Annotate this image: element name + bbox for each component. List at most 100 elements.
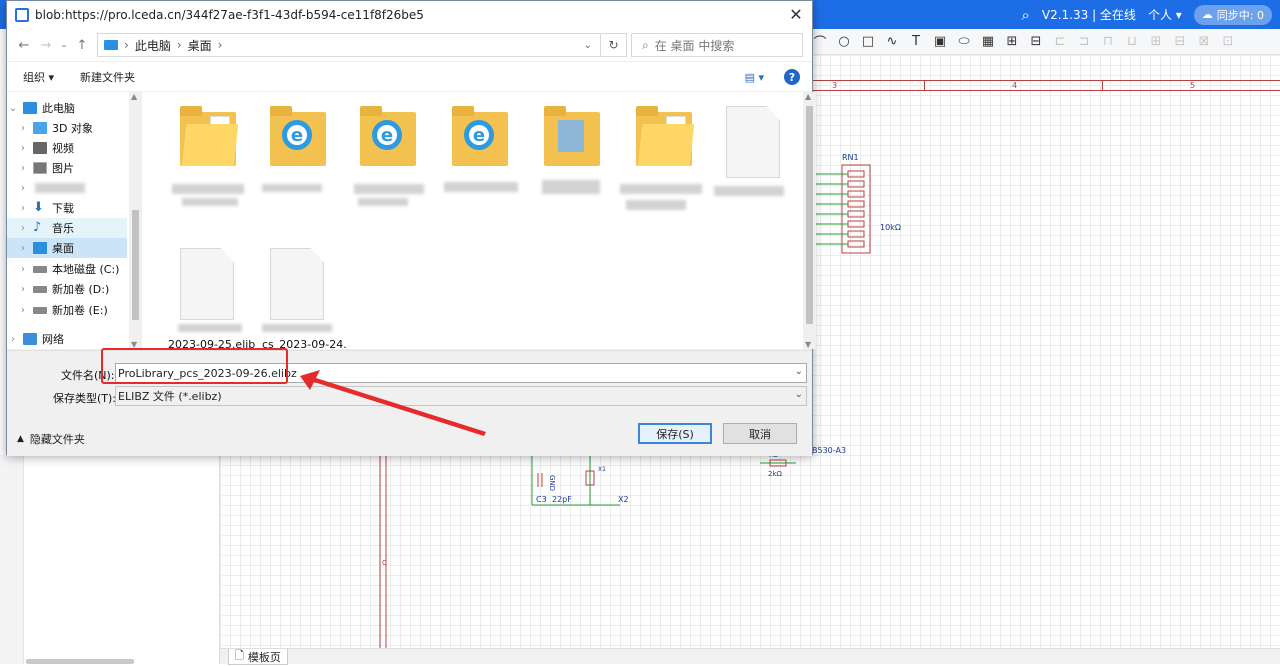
- chevron-right-icon[interactable]: ›: [17, 203, 29, 214]
- tree-item-network[interactable]: › 网络: [7, 329, 127, 349]
- tree-scroll-thumb[interactable]: [132, 210, 139, 320]
- tree-item-music[interactable]: › ♪ 音乐: [7, 218, 127, 238]
- back-arrow-icon[interactable]: ←: [13, 38, 35, 53]
- tree-item-downloads[interactable]: › ⬇ 下载: [7, 198, 127, 218]
- arc-tool-icon[interactable]: ⌒: [812, 34, 828, 51]
- address-dropdown-icon[interactable]: ⌄: [584, 40, 592, 51]
- sync-badge[interactable]: ☁ 同步中: 0: [1193, 4, 1272, 25]
- hide-folders-label: 隐藏文件夹: [29, 433, 85, 446]
- chevron-right-icon[interactable]: ›: [17, 284, 29, 295]
- distribute-v-icon[interactable]: ⊟: [1172, 34, 1188, 50]
- circle-tool-icon[interactable]: ○: [836, 34, 852, 50]
- tree-item-label: 桌面: [52, 242, 74, 255]
- file-item[interactable]: [620, 92, 702, 212]
- align-middle-icon[interactable]: ⊠: [1196, 34, 1212, 50]
- chevron-right-icon[interactable]: ›: [17, 183, 29, 194]
- filetype-select[interactable]: ELIBZ 文件 (*.elibz) ⌄: [115, 386, 807, 406]
- hide-folders-toggle[interactable]: ▲ 隐藏文件夹: [17, 431, 85, 447]
- command-bar-right: ▤ ▾ ?: [745, 69, 800, 85]
- save-file-dialog: blob:https://pro.lceda.cn/344f27ae-f3f1-…: [6, 0, 816, 456]
- chevron-down-icon[interactable]: ⌄: [795, 366, 803, 377]
- breadcrumb-this-pc[interactable]: 此电脑: [135, 37, 171, 54]
- file-icon: [726, 106, 780, 178]
- align-center-icon[interactable]: ⊐: [1076, 34, 1092, 50]
- new-folder-button[interactable]: 新建文件夹: [80, 69, 135, 85]
- view-options-icon[interactable]: ▤ ▾: [745, 71, 764, 84]
- file-list-scrollbar[interactable]: ▲ ▼: [803, 92, 816, 349]
- rectangle-tool-icon[interactable]: □: [860, 34, 876, 50]
- chevron-right-icon[interactable]: ›: [17, 143, 29, 154]
- file-list-scroll-thumb[interactable]: [806, 106, 813, 324]
- tree-item-drive-c[interactable]: › 本地磁盘 (C:): [7, 259, 127, 279]
- tree-item-drive-d[interactable]: › 新加卷 (D:): [7, 279, 127, 299]
- file-item[interactable]: 2023-09-25.elib: [142, 240, 255, 360]
- frame-row-c: C: [382, 559, 387, 567]
- organize-menu[interactable]: 组织 ▾: [23, 69, 54, 85]
- align-left-icon[interactable]: ⊏: [1052, 34, 1068, 50]
- scroll-up-icon[interactable]: ▲: [131, 92, 137, 101]
- chevron-down-icon[interactable]: ⌄: [795, 389, 803, 400]
- breadcrumb-desktop[interactable]: 桌面: [188, 37, 212, 54]
- tree-item-this-pc[interactable]: ⌄ 此电脑: [7, 98, 127, 118]
- tree-item-blurred[interactable]: ›: [7, 178, 127, 198]
- file-item[interactable]: e: [344, 92, 424, 212]
- component-tool-icon[interactable]: ⊟: [1028, 34, 1044, 50]
- tree-item-drive-e[interactable]: › 新加卷 (E:): [7, 300, 127, 320]
- ellipse-tool-icon[interactable]: ⬭: [956, 34, 972, 50]
- align-right-icon[interactable]: ⊓: [1100, 34, 1116, 50]
- forward-arrow-icon[interactable]: →: [35, 38, 57, 53]
- search-input[interactable]: ⌕ 在 桌面 中搜索: [631, 33, 803, 57]
- tree-item-label: 下载: [52, 202, 74, 215]
- chevron-right-icon[interactable]: ›: [17, 305, 29, 316]
- text-tool-icon[interactable]: T: [908, 34, 924, 50]
- tree-scrollbar[interactable]: ▲ ▼: [129, 92, 142, 349]
- tree-item-label: 新加卷 (D:): [52, 283, 110, 296]
- file-item[interactable]: [528, 92, 608, 212]
- search-icon[interactable]: ⌕: [1021, 6, 1029, 24]
- image-tool-icon[interactable]: ▣: [932, 34, 948, 50]
- save-button[interactable]: 保存(S): [638, 423, 712, 444]
- tree-item-label: 音乐: [52, 222, 74, 235]
- tree-item-label: 视频: [52, 142, 74, 155]
- scroll-down-icon[interactable]: ▼: [805, 340, 811, 349]
- help-icon[interactable]: ?: [784, 69, 800, 85]
- chevron-right-icon[interactable]: ›: [7, 334, 19, 345]
- version-label: V2.1.33 | 全在线: [1041, 8, 1136, 22]
- close-icon[interactable]: ✕: [786, 5, 806, 25]
- align-bottom-icon[interactable]: ⊡: [1220, 34, 1236, 50]
- chevron-right-icon[interactable]: ›: [17, 163, 29, 174]
- file-item[interactable]: e: [252, 92, 332, 212]
- tree-item-pictures[interactable]: › 图片: [7, 158, 127, 178]
- distribute-h-icon[interactable]: ⊞: [1148, 34, 1164, 50]
- freehand-tool-icon[interactable]: ∿: [884, 34, 900, 50]
- chevron-down-icon[interactable]: ⌄: [7, 103, 19, 114]
- tab-template-page[interactable]: 🗋 模板页: [228, 649, 288, 665]
- blurred-filename: [714, 186, 784, 196]
- chevron-right-icon[interactable]: ›: [17, 223, 29, 234]
- browser-icon: [15, 8, 29, 22]
- tree-item-desktop[interactable]: › 桌面: [7, 238, 127, 258]
- refresh-icon[interactable]: ↻: [600, 34, 626, 56]
- left-panel-strip: [0, 455, 24, 664]
- tree-item-videos[interactable]: › 视频: [7, 138, 127, 158]
- command-bar: 组织 ▾ 新建文件夹 ▤ ▾ ?: [7, 61, 812, 91]
- qr-tool-icon[interactable]: ⊞: [1004, 34, 1020, 50]
- c3-value: 22pF: [552, 495, 572, 504]
- file-item[interactable]: e: [438, 92, 518, 212]
- user-menu[interactable]: 个人 ▾: [1148, 6, 1182, 23]
- file-item[interactable]: cs_2023-09-24.: [252, 240, 347, 360]
- up-arrow-icon[interactable]: ↑: [71, 38, 93, 53]
- chevron-right-icon[interactable]: ›: [17, 123, 29, 134]
- align-top-icon[interactable]: ⊔: [1124, 34, 1140, 50]
- table-tool-icon[interactable]: ▦: [980, 34, 996, 50]
- cancel-button[interactable]: 取消: [723, 423, 797, 444]
- chevron-down-icon[interactable]: ⌄: [57, 40, 71, 50]
- tree-item-3d-objects[interactable]: › 3D 对象: [7, 118, 127, 138]
- file-item[interactable]: [152, 92, 244, 212]
- chevron-right-icon[interactable]: ›: [17, 243, 29, 254]
- address-bar[interactable]: › 此电脑 › 桌面 › ⌄ ↻: [97, 33, 627, 57]
- left-panel-scrollbar[interactable]: [26, 659, 134, 664]
- scroll-up-icon[interactable]: ▲: [805, 92, 811, 101]
- chevron-right-icon[interactable]: ›: [17, 264, 29, 275]
- file-item[interactable]: [702, 92, 784, 212]
